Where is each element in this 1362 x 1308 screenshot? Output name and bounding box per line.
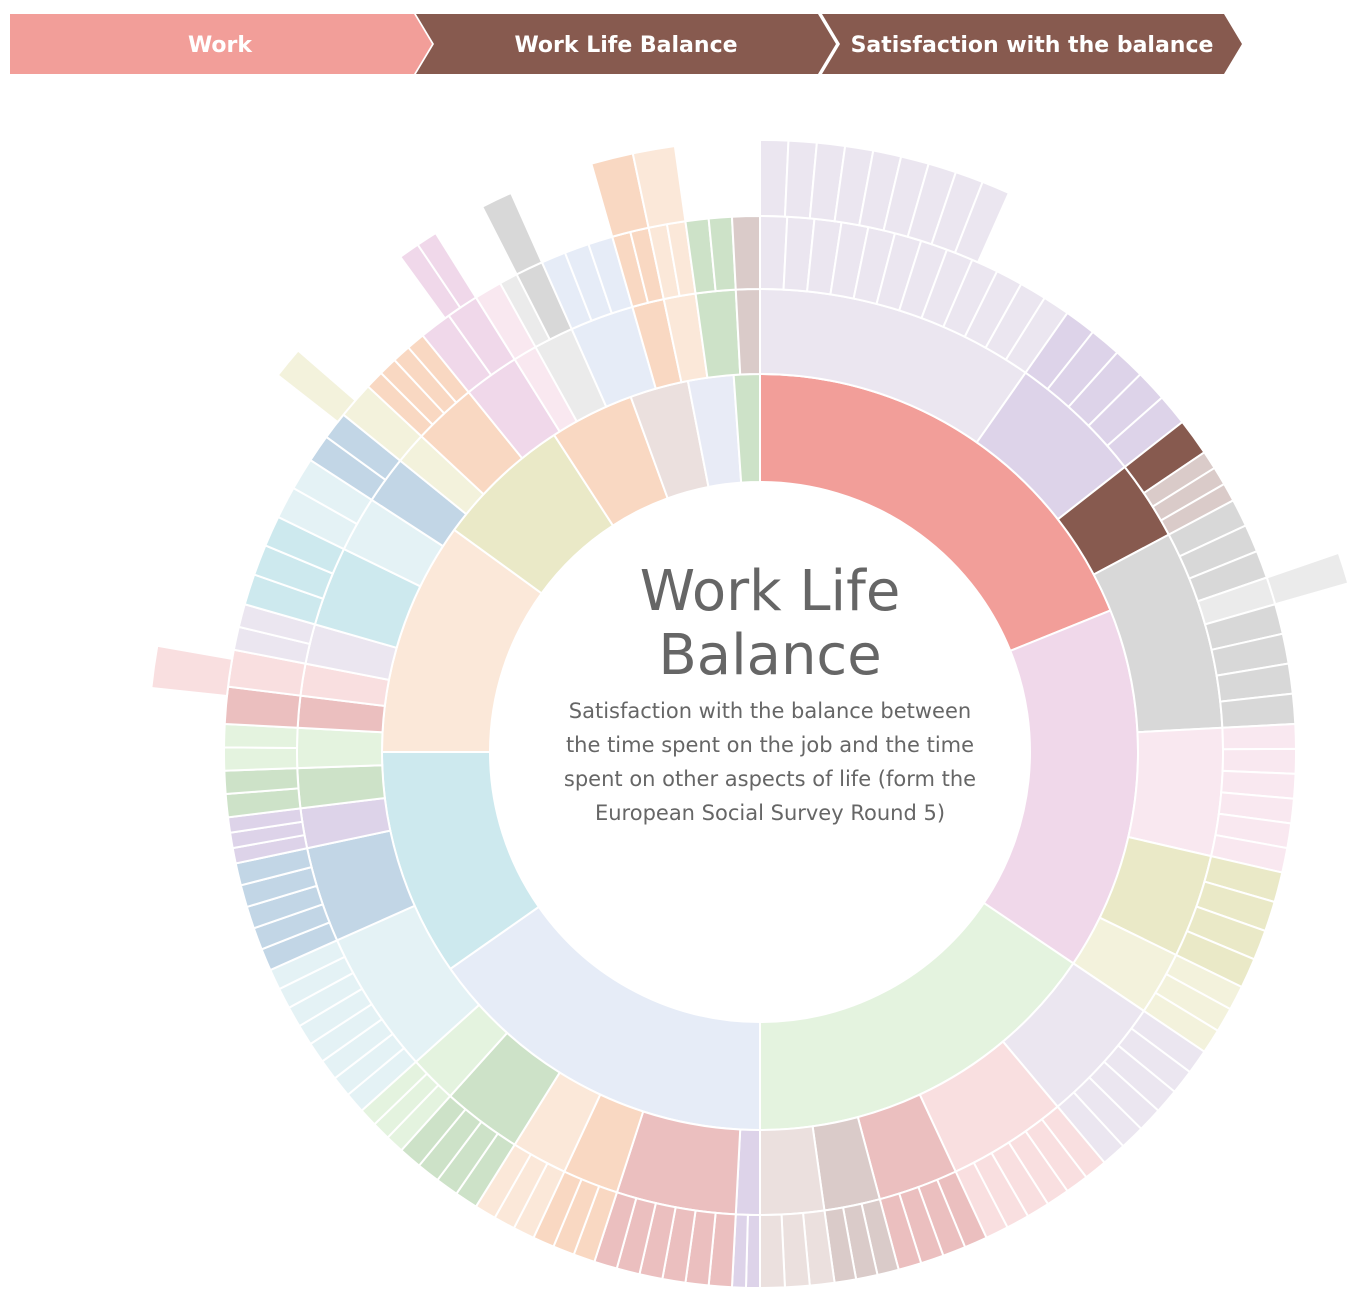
sunburst-segment-l3-57-1[interactable] [1221,747,1297,775]
sunburst-segment-l4-93-0[interactable] [759,138,790,218]
sunburst-segment-l4-95[interactable] [276,349,357,424]
sunburst-segment-l3-64-2[interactable] [759,1213,786,1290]
sunburst-segment-l2-22[interactable] [759,1125,826,1217]
sunburst-segment-l4-94[interactable] [150,644,234,698]
sunburst-segment-l3-57-0[interactable] [1221,722,1297,751]
sunburst-segment-l4-97[interactable] [480,191,544,276]
sunburst-segment-l3-74-1[interactable] [223,767,300,796]
sunburst-segment-l2-49[interactable] [734,287,761,376]
sunburst-segment-l4-100[interactable] [1265,551,1350,606]
chart-title: Work Life Balance [639,559,901,688]
sunburst-segment-l3-92[interactable] [730,214,761,291]
sunburst-segment-l2-33[interactable] [296,726,384,770]
sunburst-segment-l2-15[interactable] [1127,726,1224,858]
chart-center-label: Work Life Balance Satisfaction with the … [560,560,980,830]
sunburst-segment-l3-75-0[interactable] [223,746,299,772]
chart-description: Satisfaction with the balance between th… [563,699,977,825]
